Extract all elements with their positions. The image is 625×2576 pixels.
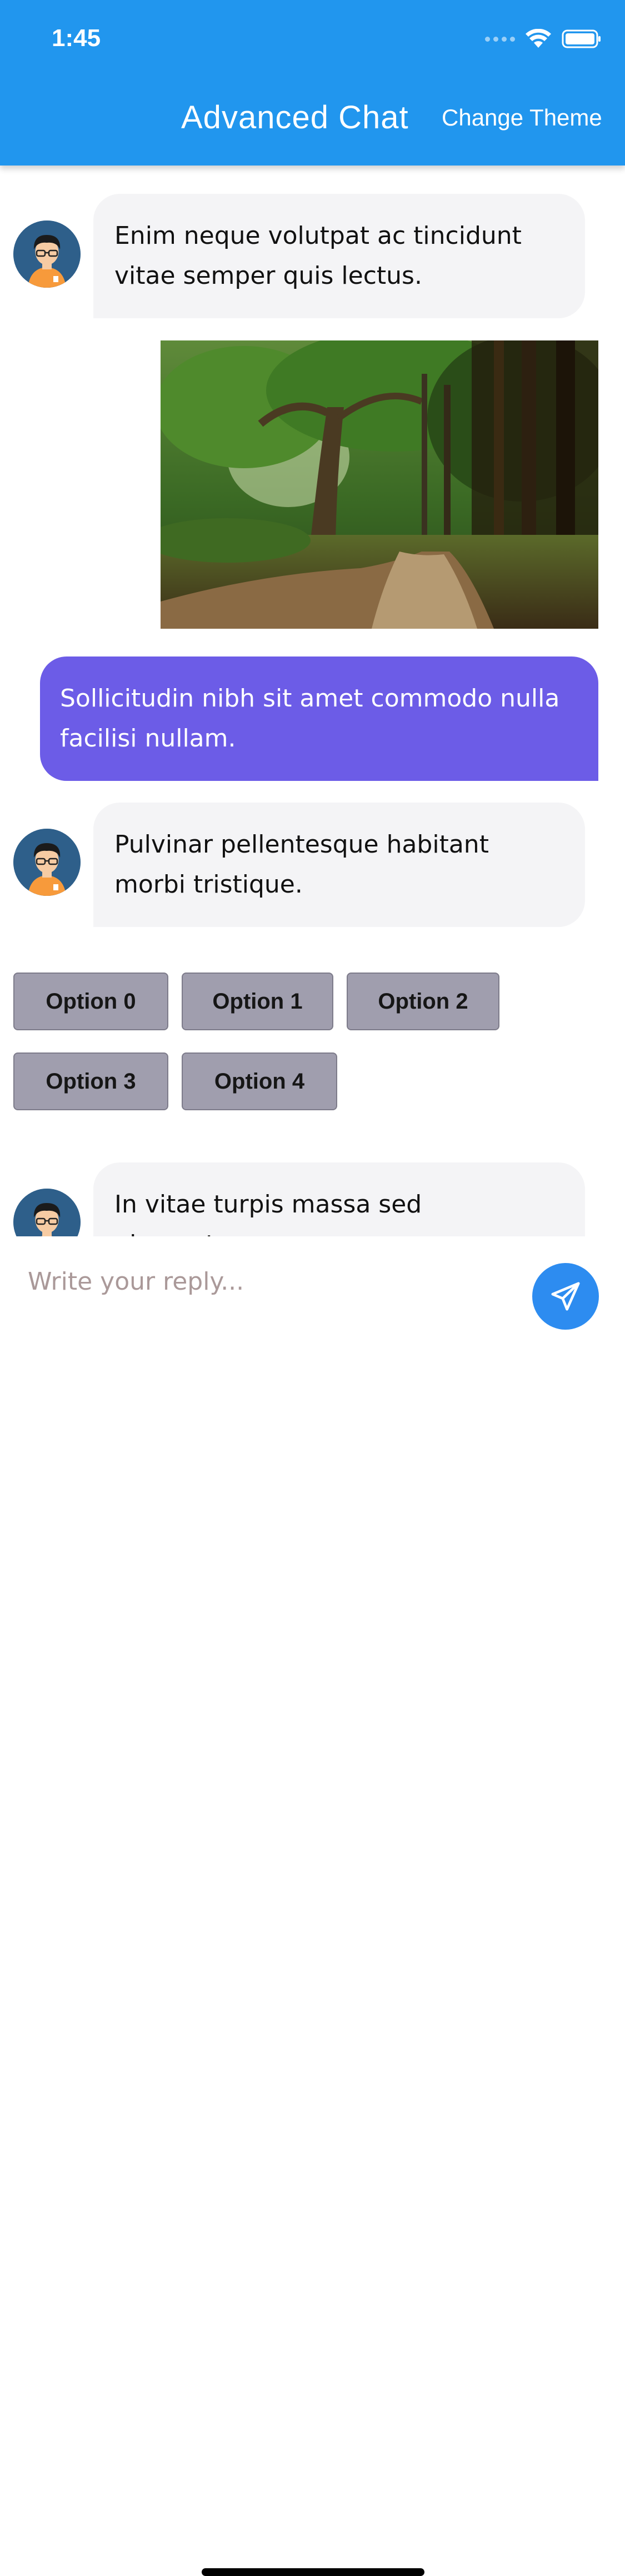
battery-icon <box>562 29 601 48</box>
message-bubble-incoming: Pulvinar pellentesque habitant morbi tri… <box>93 803 585 927</box>
option-button[interactable]: Option 4 <box>182 1053 337 1110</box>
change-theme-button[interactable]: Change Theme <box>442 104 602 131</box>
send-icon <box>551 1282 580 1311</box>
option-button[interactable]: Option 3 <box>13 1053 168 1110</box>
user-avatar-icon <box>13 829 81 896</box>
message-image[interactable] <box>161 340 598 629</box>
user-avatar-icon <box>13 220 81 288</box>
reply-composer <box>0 1236 625 2576</box>
cellular-signal-icon <box>485 36 515 42</box>
wifi-icon <box>526 29 551 48</box>
message-bubble-incoming: Enim neque volutpat ac tincidunt vitae s… <box>93 194 585 318</box>
home-indicator <box>202 2568 424 2576</box>
send-button[interactable] <box>532 1263 599 1330</box>
status-time: 1:45 <box>52 24 101 52</box>
app-header: 1:45 Advanced Chat Change Theme <box>0 0 625 166</box>
option-button[interactable]: Option 1 <box>182 973 333 1030</box>
reply-input[interactable] <box>27 1259 507 1304</box>
message-bubble-outgoing: Sollicitudin nibh sit amet commodo nulla… <box>40 656 598 781</box>
chat-messages[interactable]: Enim neque volutpat ac tincidunt vitae s… <box>0 166 625 1236</box>
page-title: Advanced Chat <box>181 99 409 136</box>
option-button[interactable]: Option 0 <box>13 973 168 1030</box>
option-button[interactable]: Option 2 <box>347 973 499 1030</box>
user-avatar-icon <box>13 1189 81 1236</box>
message-bubble-incoming: In vitae turpis massa sed elementum <box>93 1162 585 1236</box>
status-icons <box>485 29 602 49</box>
